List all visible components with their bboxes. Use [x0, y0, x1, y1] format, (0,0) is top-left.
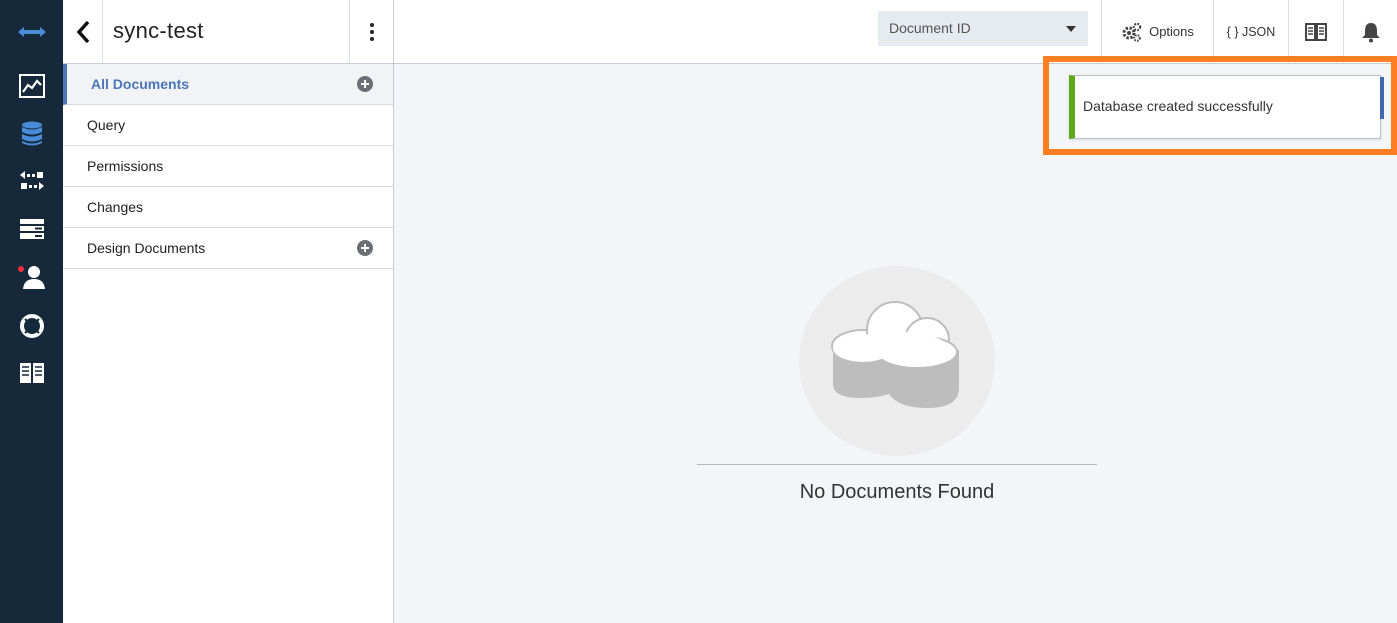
documentation-button[interactable]	[1288, 0, 1343, 63]
empty-state-message: No Documents Found	[799, 481, 995, 503]
document-id-select-value: Document ID	[889, 20, 971, 36]
sidebar-item-permissions[interactable]: Permissions	[63, 146, 393, 187]
config-server-icon[interactable]	[0, 209, 63, 249]
add-document-plus-icon[interactable]	[357, 76, 373, 92]
page-title: sync-test	[113, 18, 204, 43]
database-icon[interactable]	[0, 114, 63, 154]
kebab-menu-icon	[369, 21, 374, 42]
app-nav-rail	[0, 0, 63, 623]
back-button[interactable]	[63, 0, 103, 63]
empty-state-illustration	[799, 266, 995, 456]
sidebar-item-label: All Documents	[91, 76, 190, 92]
sidebar-item-design-documents[interactable]: Design Documents	[63, 228, 393, 269]
sidebar-item-label: Design Documents	[87, 240, 206, 256]
sidebar-item-all-documents[interactable]: All Documents	[63, 64, 393, 105]
divider	[697, 464, 1097, 465]
sidebar-item-label: Permissions	[87, 158, 164, 174]
notification-scroll-edge	[1380, 77, 1384, 119]
empty-database-cloud-icon	[831, 301, 959, 408]
document-id-select[interactable]: Document ID	[878, 11, 1088, 46]
json-label: { } JSON	[1226, 24, 1276, 39]
gears-icon	[1122, 22, 1142, 42]
activity-chart-icon[interactable]	[0, 66, 63, 106]
sidebar-item-label: Query	[87, 117, 126, 133]
chevron-left-icon	[76, 20, 89, 43]
support-lifebuoy-icon[interactable]	[0, 306, 63, 346]
documentation-book-icon[interactable]	[0, 353, 63, 393]
sidebar-item-changes[interactable]: Changes	[63, 187, 393, 228]
options-label: Options	[1149, 24, 1194, 39]
database-actions-menu-button[interactable]	[349, 0, 394, 63]
user-icon[interactable]	[0, 257, 63, 297]
notification-message: Database created successfully	[1083, 98, 1273, 114]
success-notification-toast[interactable]: Database created successfully	[1069, 75, 1381, 139]
replication-icon[interactable]	[0, 161, 63, 201]
database-header: sync-test Document ID Options { } JSON	[63, 0, 1397, 64]
sidebar-item-label: Changes	[87, 199, 144, 215]
caret-down-icon	[1066, 26, 1076, 32]
bell-icon	[1361, 22, 1380, 42]
book-icon	[1305, 22, 1327, 41]
notifications-button[interactable]	[1343, 0, 1397, 63]
sidebar-item-query[interactable]: Query	[63, 105, 393, 146]
databases-arrows-icon[interactable]	[0, 12, 63, 52]
options-button[interactable]: Options	[1101, 0, 1213, 63]
json-button[interactable]: { } JSON	[1213, 0, 1288, 63]
add-design-document-plus-icon[interactable]	[357, 240, 373, 256]
database-sidebar: All Documents Query Permissions Changes …	[63, 64, 394, 623]
